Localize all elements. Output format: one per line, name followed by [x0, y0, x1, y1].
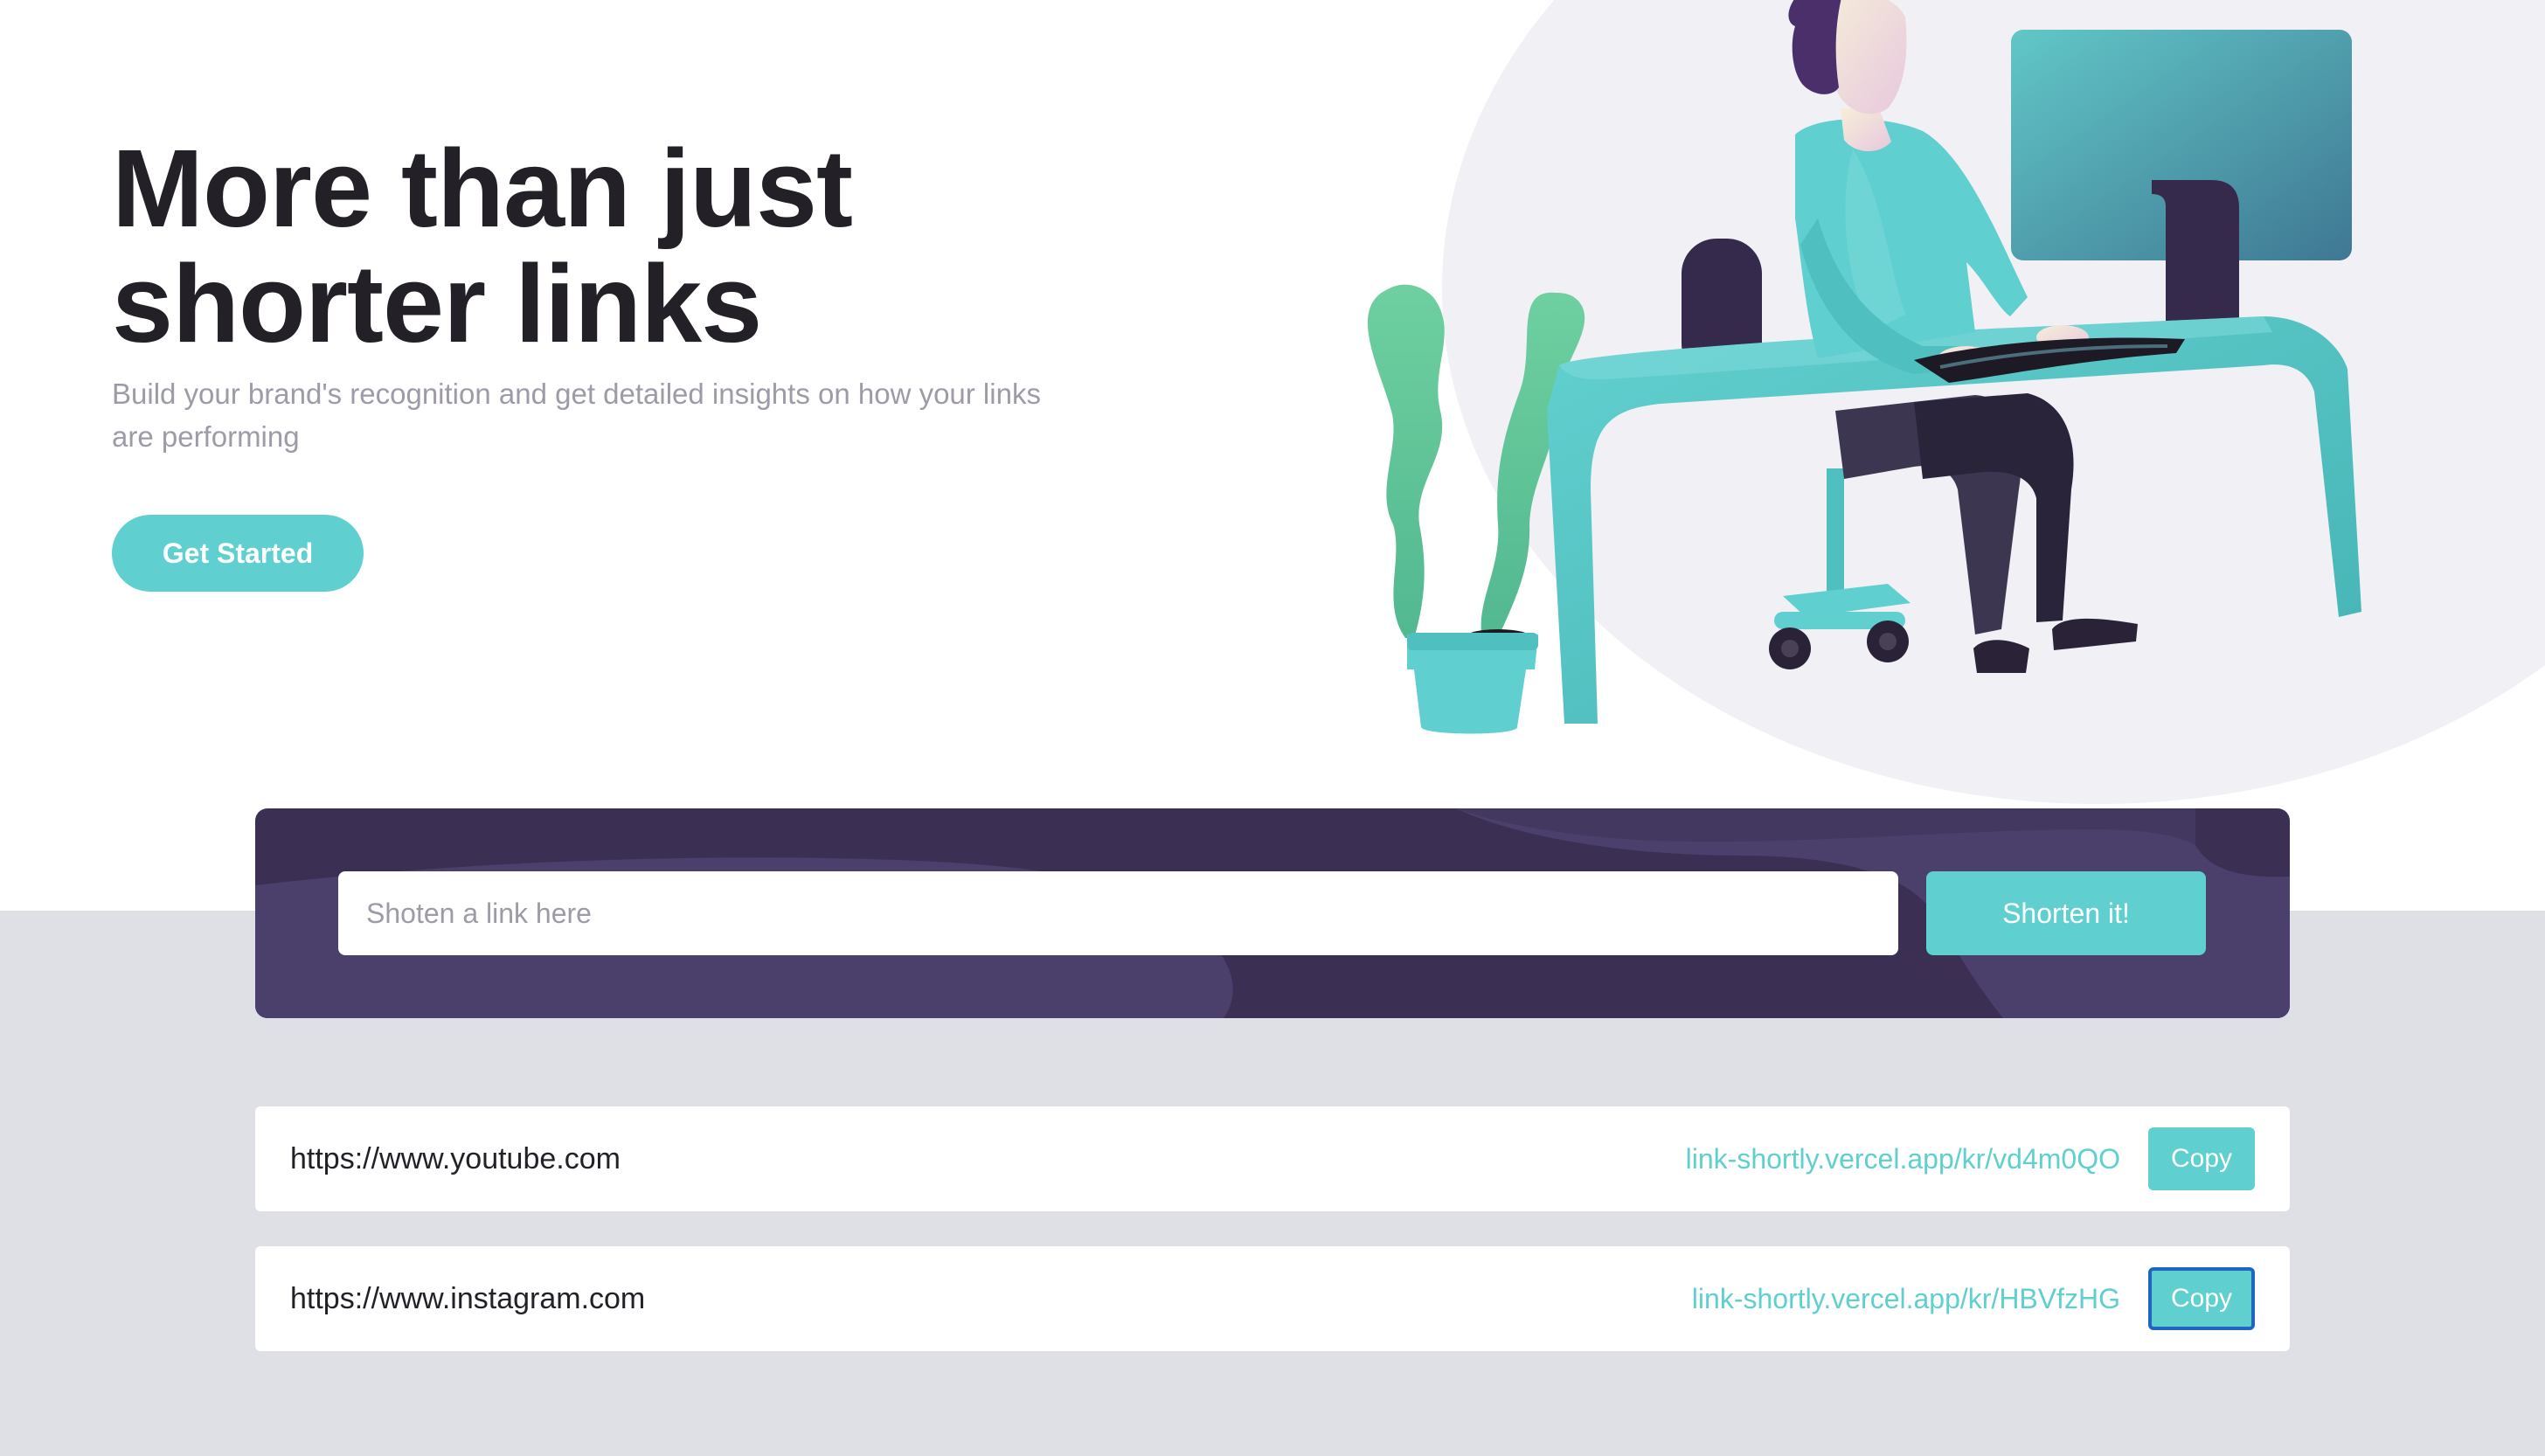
- person-working-at-desk-illustration: [1367, 0, 2361, 734]
- shortened-links-list: https://www.youtube.com link-shortly.ver…: [255, 1106, 2290, 1386]
- hero-title: More than just shorter links: [112, 131, 1073, 362]
- landing-page: More than just shorter links Build your …: [0, 0, 2545, 1456]
- get-started-button[interactable]: Get Started: [112, 515, 364, 592]
- shortened-link-row-1: https://www.youtube.com link-shortly.ver…: [255, 1106, 2290, 1211]
- original-url: https://www.youtube.com: [290, 1142, 621, 1175]
- short-url-link[interactable]: link-shortly.vercel.app/kr/HBVfzHG: [1692, 1246, 2120, 1351]
- shorten-button[interactable]: Shorten it!: [1926, 871, 2206, 955]
- hero-subtitle-line-2: are performing: [112, 420, 300, 453]
- shorten-panel: Shorten it!: [255, 808, 2290, 1018]
- hero-title-line-2: shorter links: [112, 242, 762, 365]
- short-url-link[interactable]: link-shortly.vercel.app/kr/vd4m0QO: [1686, 1106, 2120, 1211]
- shortened-link-row-2: https://www.instagram.com link-shortly.v…: [255, 1246, 2290, 1351]
- original-url: https://www.instagram.com: [290, 1282, 646, 1315]
- copy-button[interactable]: Copy: [2148, 1127, 2255, 1190]
- hero-subtitle: Build your brand's recognition and get d…: [112, 372, 1178, 458]
- hero-title-line-1: More than just: [112, 127, 853, 250]
- shorten-link-input[interactable]: [338, 871, 1898, 955]
- hero-subtitle-line-1: Build your brand's recognition and get d…: [112, 378, 1041, 410]
- copy-button-focused[interactable]: Copy: [2148, 1267, 2255, 1330]
